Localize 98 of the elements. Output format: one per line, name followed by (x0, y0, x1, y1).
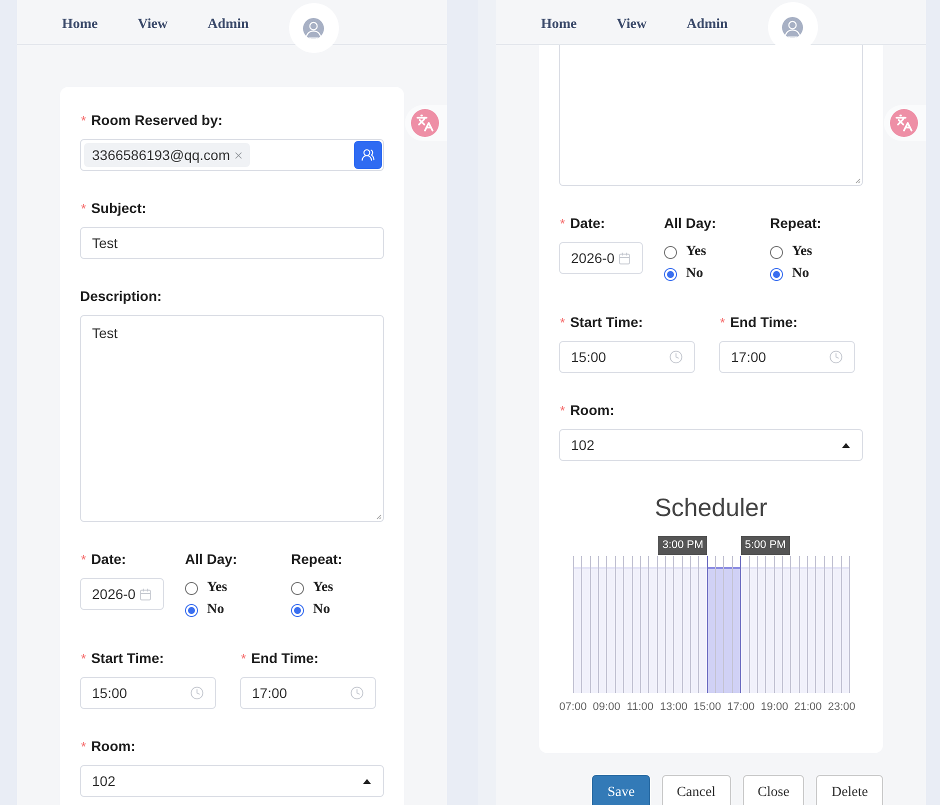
required-mark: * (81, 114, 86, 126)
outline-button[interactable]: Delete (816, 775, 883, 805)
translate-icon (890, 109, 918, 137)
room-select[interactable]: 102 (559, 429, 863, 461)
required-mark: * (81, 652, 86, 664)
radio-button[interactable] (185, 604, 198, 616)
date-field[interactable]: 2026-0 (80, 578, 164, 610)
caret-up-icon (842, 442, 850, 448)
email-tag[interactable]: 3366586193@qq.com (84, 143, 250, 167)
clock-icon (350, 686, 364, 700)
radio-label: Yes (792, 245, 812, 259)
user-icon (303, 18, 324, 38)
required-mark: * (81, 202, 86, 214)
textarea-field[interactable]: Test (80, 315, 384, 522)
clock-icon (829, 350, 843, 364)
radio-label: No (207, 603, 224, 617)
remove-icon[interactable] (232, 150, 244, 160)
field-label: All Day: (664, 214, 716, 233)
nav-link[interactable]: View (138, 18, 168, 32)
time-field[interactable]: 17:00 (240, 677, 376, 709)
axis-label: 23:00 (828, 700, 856, 715)
time-slot[interactable] (708, 567, 716, 693)
required-mark: * (720, 316, 726, 328)
radio-label: No (686, 267, 704, 281)
radio-label: Yes (207, 581, 228, 595)
outline-button[interactable]: Cancel (662, 775, 731, 805)
radio-button[interactable] (770, 268, 783, 280)
field-label: Date: (91, 550, 126, 569)
axis-label: 15:00 (694, 700, 722, 715)
required-mark: * (560, 216, 566, 230)
radio-button[interactable] (664, 246, 677, 258)
required-mark: * (560, 404, 566, 416)
calendar-icon (138, 588, 152, 600)
scheduler-title: Scheduler (654, 493, 768, 524)
field-label: All Day: (185, 550, 238, 569)
radio-button[interactable] (664, 268, 677, 280)
field-label: Start Time: (91, 649, 164, 668)
axis-label: 21:00 (794, 700, 822, 715)
translate-button[interactable] (405, 105, 447, 141)
reserved-by-field[interactable]: 3366586193@qq.com (80, 139, 384, 171)
clock-icon (190, 686, 204, 700)
nav-link[interactable]: View (616, 18, 647, 32)
time-tooltip: 3:00 PM (658, 536, 708, 555)
date-field[interactable]: 2026-0 (559, 242, 643, 274)
textarea-field[interactable] (559, 45, 863, 186)
calendar-icon (618, 252, 631, 264)
radio-button[interactable] (770, 246, 783, 258)
caret-up-icon (363, 778, 371, 784)
axis-label: 07:00 (559, 700, 587, 715)
translate-button[interactable] (884, 105, 926, 141)
room-select[interactable]: 102 (80, 765, 384, 797)
radio-label: No (792, 267, 810, 281)
axis-label: 17:00 (727, 700, 755, 715)
radio-button[interactable] (291, 582, 304, 594)
time-slot[interactable] (732, 567, 740, 693)
radio-button[interactable] (291, 604, 304, 616)
axis-label: 09:00 (592, 700, 620, 715)
field-label: Room: (570, 401, 614, 420)
axis-label: 19:00 (760, 700, 788, 715)
field-label: Date: (570, 214, 606, 233)
field-label: Start Time: (570, 313, 643, 332)
time-tooltip: 5:00 PM (740, 536, 790, 555)
text-field[interactable]: Test (80, 227, 384, 259)
translate-icon (411, 109, 439, 137)
radio-button[interactable] (185, 582, 198, 594)
nav-link[interactable]: Home (62, 18, 98, 32)
field-label: Repeat: (291, 550, 342, 569)
outline-button[interactable]: Close (742, 775, 804, 805)
field-label: Room: (91, 737, 136, 756)
required-mark: * (81, 740, 86, 752)
primary-button[interactable]: Save (592, 775, 650, 805)
field-label: Repeat: (770, 214, 822, 233)
field-label: Room Reserved by: (91, 111, 223, 130)
time-field[interactable]: 15:00 (80, 677, 216, 709)
required-mark: * (560, 316, 566, 328)
resize-grip-icon[interactable] (855, 178, 861, 184)
axis-label: 11:00 (626, 700, 654, 715)
radio-label: Yes (313, 581, 334, 595)
required-mark: * (241, 652, 246, 664)
radio-label: No (313, 603, 330, 617)
resize-grip-icon[interactable] (376, 514, 382, 520)
clock-icon (669, 350, 683, 364)
axis-label: 13:00 (660, 700, 688, 715)
radio-label: Yes (686, 245, 706, 259)
time-field[interactable]: 15:00 (559, 341, 695, 373)
field-label: Subject: (91, 199, 146, 218)
field-label: Description: (80, 287, 162, 306)
field-label: End Time: (251, 649, 318, 668)
user-icon (782, 16, 804, 38)
nav-link[interactable]: Admin (686, 18, 728, 32)
required-mark: * (81, 552, 86, 566)
field-label: End Time: (730, 313, 798, 332)
time-field[interactable]: 17:00 (719, 341, 855, 373)
user-picker-button[interactable] (354, 141, 382, 169)
nav-link[interactable]: Home (541, 18, 577, 32)
nav-link[interactable]: Admin (208, 18, 249, 32)
time-slot[interactable] (716, 567, 724, 693)
people-icon (361, 148, 375, 162)
